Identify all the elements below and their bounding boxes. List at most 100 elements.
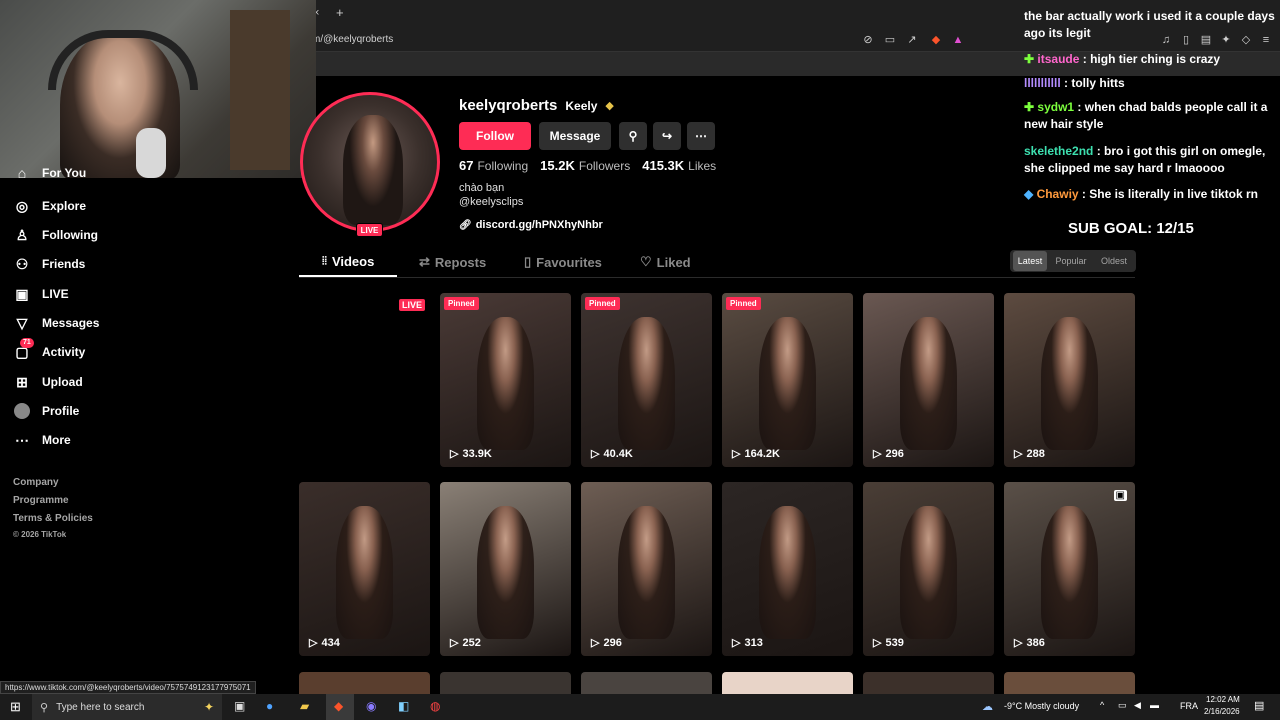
friends-icon: ⚇ [15,256,29,272]
more-icon: ⋯ [15,432,29,448]
footer-company[interactable]: Company [13,477,59,488]
view-count-text: 288 [1026,447,1045,460]
obs-icon[interactable]: ◍ [430,699,440,713]
video-card[interactable]: ▷ 288 [1004,293,1135,467]
video-card[interactable]: ▷ 296 [863,293,994,467]
video-card[interactable]: ▷ 252 [440,482,571,656]
sidebar-item-profile[interactable]: Profile [14,399,79,423]
chat-message: ✚ sydw1 : when chad balds people call it… [1024,100,1268,131]
video-card[interactable]: ▷ 539 [863,482,994,656]
sidebar-item-messages[interactable]: ▽ Messages [14,311,100,335]
clock-date[interactable]: 2/16/2026 [1204,707,1240,716]
video-card[interactable] [1004,672,1135,694]
network-icon[interactable]: ▭ [1118,700,1127,711]
rewards-icon[interactable]: ▲ [952,34,964,46]
video-card[interactable]: ▷ 313 [722,482,853,656]
profile-avatar[interactable] [300,92,440,232]
view-count-text: 252 [462,636,481,649]
diamond-icon: ✚ [1024,100,1038,114]
sort-oldest-button[interactable]: Oldest [1095,251,1133,271]
sidebar-item-following[interactable]: ♙ Following [14,223,98,247]
sidebar-item-activity[interactable]: ▢ 71 Activity [14,338,85,364]
video-thumbnail-figure [758,317,817,450]
footer-terms[interactable]: Terms & Policies [13,513,93,524]
sidebar-item-explore[interactable]: ◎ Explore [14,194,86,218]
bookmark-icon: ▯ [524,254,532,269]
chat-message: lllllllllll : tolly hitts [1024,76,1125,90]
cast-icon[interactable]: ▭ [884,34,896,46]
message-button[interactable]: Message [539,122,611,150]
view-count: ▷ 434 [309,636,340,650]
video-card[interactable]: ▷ 296 [581,482,712,656]
video-card[interactable] [440,672,571,694]
clock-time[interactable]: 12:02 AM [1206,695,1240,704]
taskbar-search[interactable]: ⚲ Type here to search ✦ [32,694,222,720]
more-options-icon[interactable]: ⋯ [687,122,715,150]
sort-latest-button[interactable]: Latest [1013,251,1047,271]
view-count-text: 40.4K [603,447,633,460]
windows-start-icon[interactable]: ⊞ [10,699,21,715]
video-card[interactable]: Pinned ▷ 164.2K [722,293,853,467]
chat-message: skelethe2nd : bro i got this girl on ome… [1024,144,1266,175]
brave-taskbar-button[interactable]: ◆ [326,694,354,720]
live-badge[interactable]: LIVE [356,223,383,237]
video-card[interactable] [722,672,853,694]
video-card[interactable]: ▷ 386 ▣ [1004,482,1135,656]
sidebar-item-more[interactable]: ⋯ More [14,428,71,452]
discord-icon[interactable]: ◉ [366,699,376,713]
sidebar-item-upload[interactable]: ⊞ Upload [14,370,83,394]
tab-liked[interactable]: ♡ Liked [640,254,691,270]
live-tag[interactable]: LIVE [399,299,426,311]
notification-icon[interactable]: ▤ [1254,699,1264,712]
language-indicator[interactable]: FRA [1180,701,1198,711]
video-card[interactable] [299,672,430,694]
tab-reposts[interactable]: ⇄ Reposts [419,254,486,270]
volume-icon[interactable]: ◀ [1134,700,1141,711]
webcam-overlay [0,0,316,178]
shelf-shape [230,10,290,170]
play-icon: ▷ [732,448,741,460]
video-thumbnail-figure [476,317,535,450]
home-icon: ⌂ [17,165,27,181]
video-card[interactable]: Pinned ▷ 40.4K [581,293,712,467]
copilot-icon[interactable]: ● [266,699,273,713]
following-count[interactable]: 67 [459,158,473,173]
tab-favourites[interactable]: ▯ Favourites [524,254,602,270]
footer-programme[interactable]: Programme [13,495,69,506]
share-profile-icon[interactable]: ↪ [653,122,681,150]
upload-icon: ⊞ [16,374,28,390]
sort-popular-button[interactable]: Popular [1052,251,1090,271]
task-view-icon[interactable]: ▣ [234,699,245,713]
play-icon: ▷ [591,448,600,460]
video-card[interactable] [581,672,712,694]
url-text[interactable]: m/@keelyqroberts [312,34,393,45]
new-tab-button[interactable]: + [336,5,344,20]
video-card[interactable]: Pinned ▷ 33.9K [440,293,571,467]
tray-overflow-icon[interactable]: ^ [1100,700,1104,710]
battery-icon[interactable]: ▬ [1150,700,1159,710]
tracking-icon[interactable]: ⊘ [862,34,874,46]
video-thumbnail-figure [899,506,958,639]
notepad-icon[interactable]: ◧ [398,699,409,713]
add-friend-icon[interactable]: ⚲ [619,122,647,150]
play-icon: ▷ [1014,448,1023,460]
file-explorer-icon[interactable]: ▰ [300,699,309,713]
avatar-icon [14,403,30,419]
video-card[interactable]: ▷ 434 [299,482,430,656]
share-icon[interactable]: ↗ [906,34,918,46]
video-thumbnail-figure [617,317,676,450]
video-thumbnail-figure [899,317,958,450]
sidebar-item-live[interactable]: ▣ LIVE [14,282,68,306]
pinned-badge: Pinned [585,297,620,310]
follow-button[interactable]: Follow [459,122,531,150]
sidebar-item-for-you[interactable]: ⌂ For You [14,165,86,181]
profile-username: keelyqroberts [459,97,558,114]
weather-text[interactable]: -9°C Mostly cloudy [1004,701,1079,711]
followers-count[interactable]: 15.2K [540,158,575,173]
view-count: ▷ 288 [1014,447,1045,461]
brave-shield-icon[interactable]: ◆ [930,34,942,46]
sidebar-item-friends[interactable]: ⚇ Friends [14,252,86,276]
video-card[interactable] [863,672,994,694]
profile-link[interactable]: 🔗︎ discord.gg/hPNXhyNhbr [459,219,603,231]
tab-videos[interactable]: ⦙⦙ Videos [322,254,374,269]
